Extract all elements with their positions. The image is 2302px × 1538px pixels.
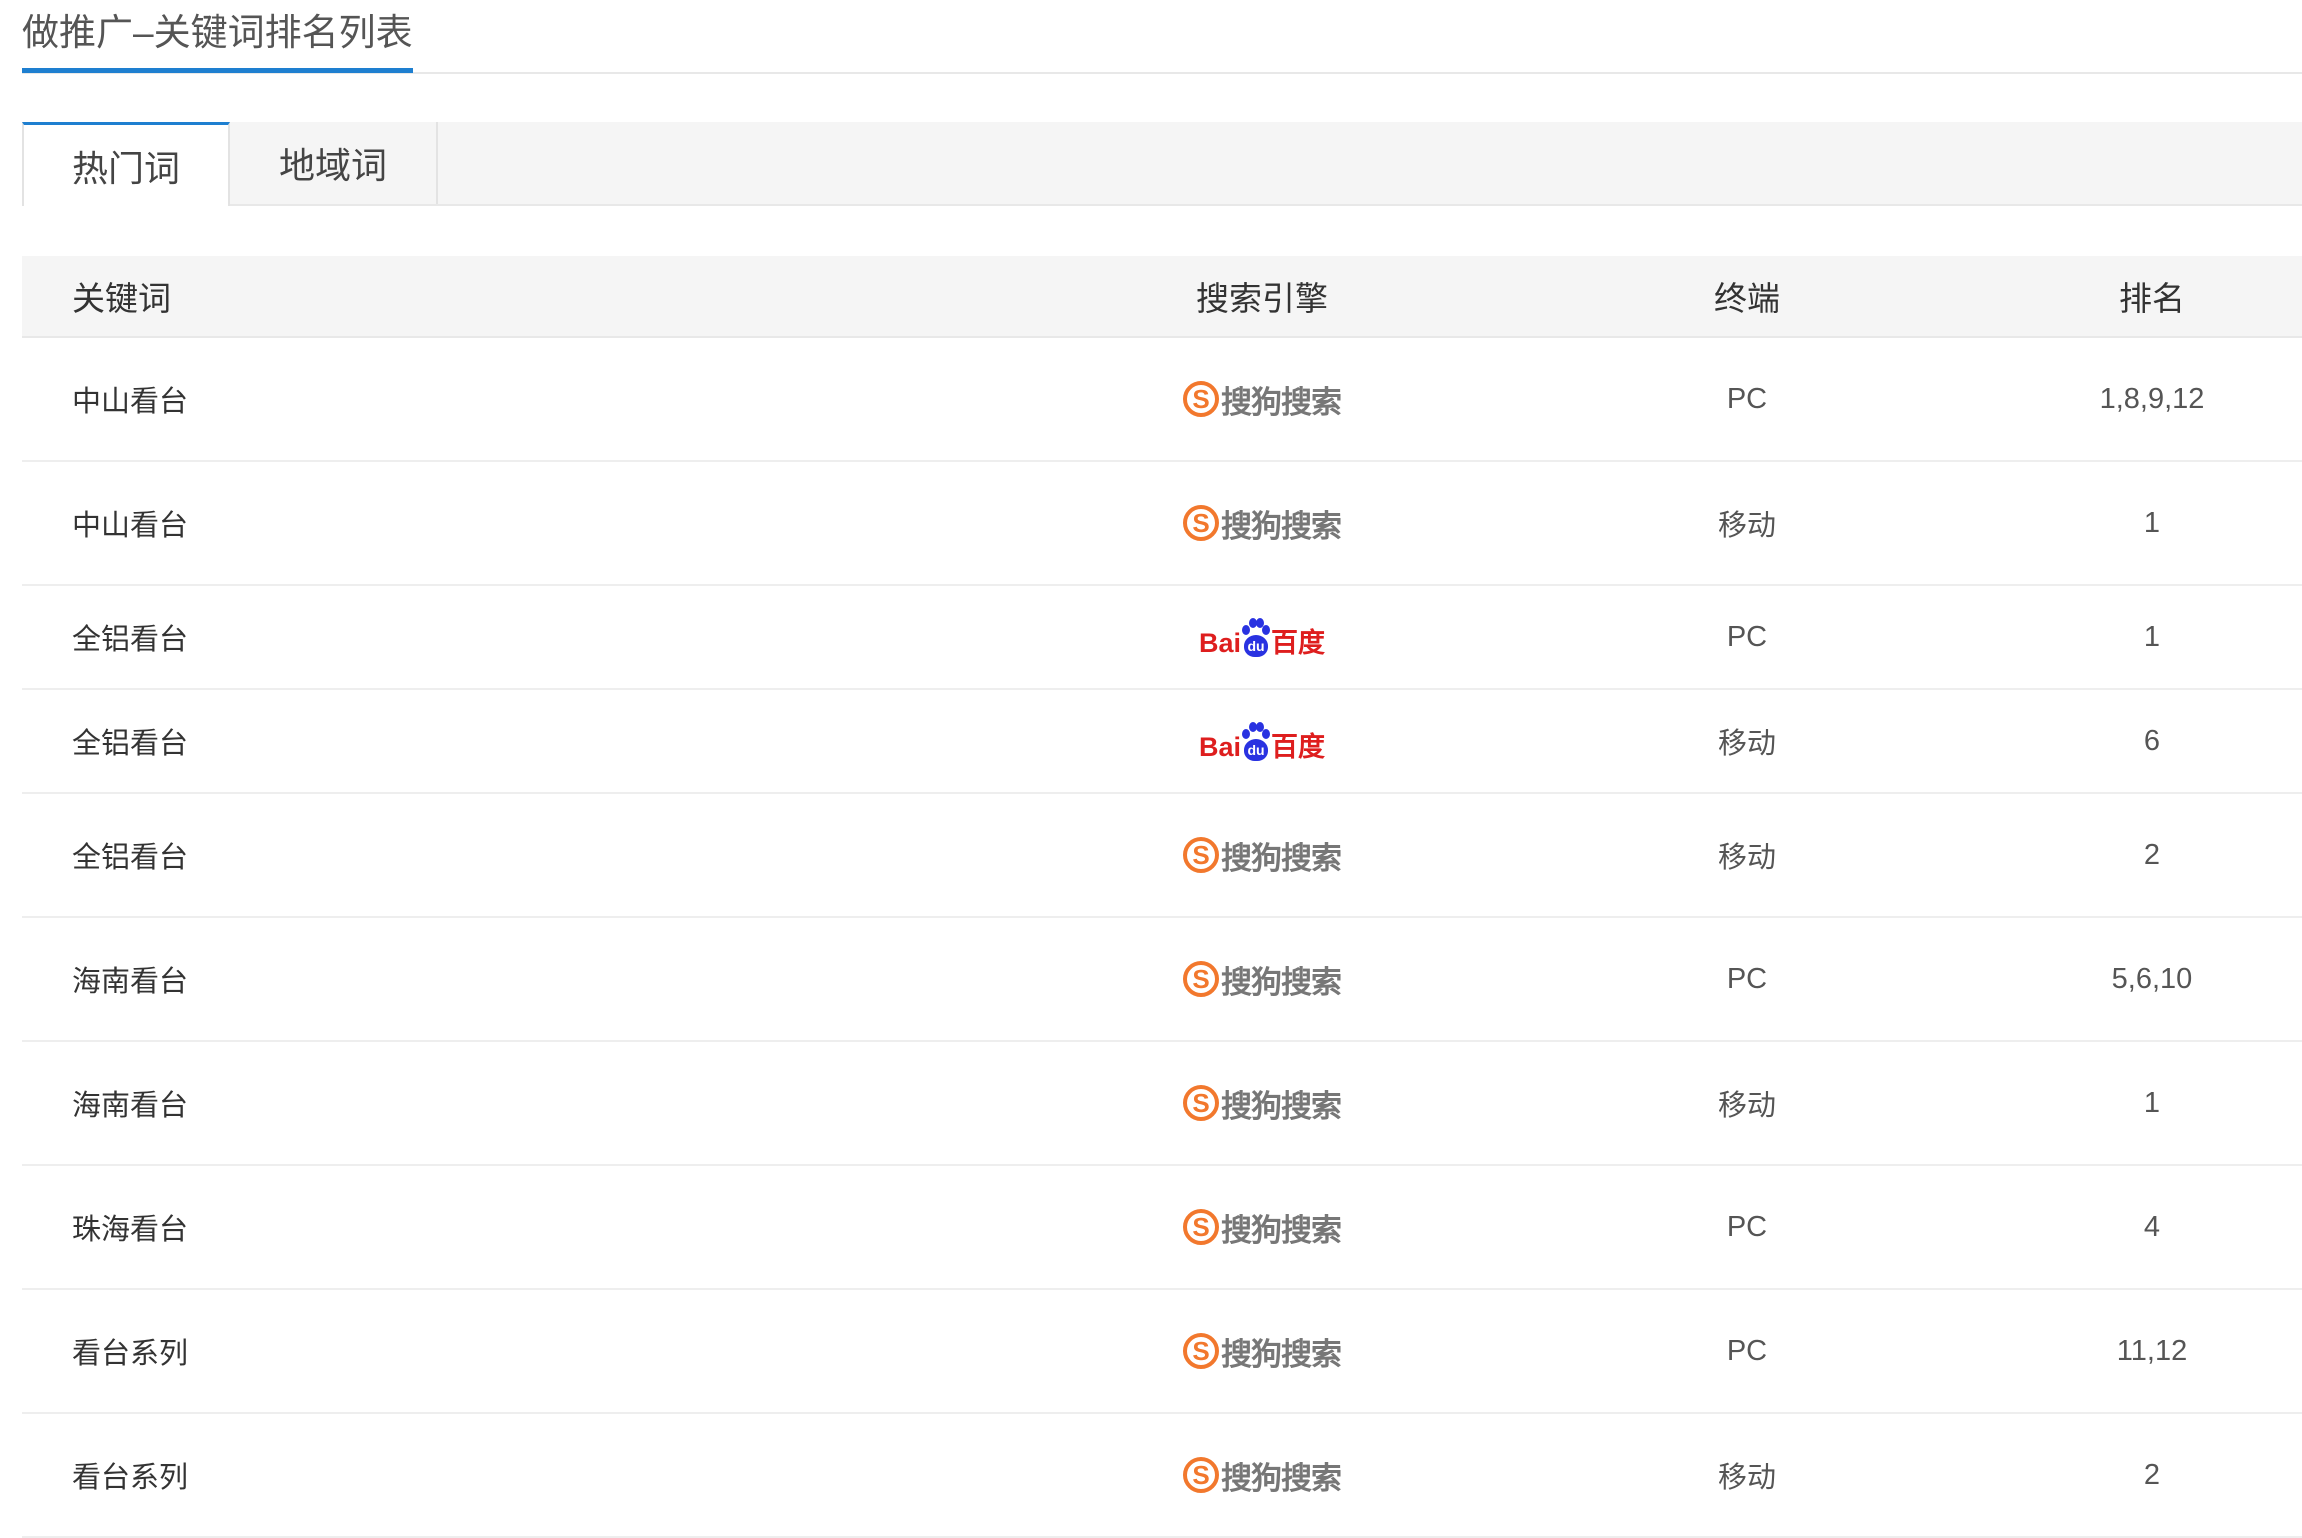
sogou-logo: S 搜狗搜索 bbox=[1183, 501, 1342, 546]
cell-engine: S 搜狗搜索 bbox=[1032, 1081, 1492, 1126]
baidu-logo-text-cn: 百度 bbox=[1271, 732, 1326, 762]
cell-terminal: PC bbox=[1726, 382, 1768, 415]
cell-terminal: PC bbox=[1726, 1334, 1768, 1367]
table-row: 全铝看台 Bai du 百度 移动 6 bbox=[22, 690, 2302, 794]
sogou-logo-text: 搜狗搜索 bbox=[1221, 508, 1342, 544]
table-row: 珠海看台 S 搜狗搜索 PC 4 bbox=[22, 1166, 2302, 1290]
sogou-logo: S 搜狗搜索 bbox=[1183, 957, 1342, 1002]
sogou-s-icon: S bbox=[1183, 961, 1219, 997]
baidu-logo: Bai du 百度 bbox=[1199, 617, 1325, 657]
baidu-paw-icon: du bbox=[1242, 721, 1271, 761]
baidu-logo-text-cn: 百度 bbox=[1271, 628, 1326, 658]
cell-terminal: PC bbox=[1726, 620, 1768, 653]
sogou-logo-text: 搜狗搜索 bbox=[1221, 1460, 1342, 1496]
baidu-logo-text-latin: Bai bbox=[1198, 628, 1242, 658]
column-header-engine: 搜索引擎 bbox=[1196, 280, 1328, 317]
cell-rank: 2 bbox=[2143, 1458, 2161, 1491]
sogou-s-icon: S bbox=[1183, 1085, 1219, 1121]
sogou-s-icon: S bbox=[1183, 1457, 1219, 1493]
cell-keyword: 看台系列 bbox=[72, 1462, 189, 1494]
sogou-logo-text: 搜狗搜索 bbox=[1221, 1088, 1342, 1124]
cell-terminal: PC bbox=[1726, 1210, 1768, 1243]
cell-terminal: 移动 bbox=[1717, 842, 1776, 874]
page-title: 做推广–关键词排名列表 bbox=[22, 8, 413, 73]
sogou-logo: S 搜狗搜索 bbox=[1183, 1081, 1342, 1126]
cell-keyword: 海南看台 bbox=[72, 1090, 189, 1122]
cell-engine: S 搜狗搜索 bbox=[1032, 377, 1492, 422]
cell-terminal: 移动 bbox=[1717, 728, 1776, 760]
cell-keyword: 中山看台 bbox=[72, 510, 189, 542]
cell-keyword: 全铝看台 bbox=[72, 624, 189, 656]
sogou-s-icon: S bbox=[1183, 837, 1219, 873]
sogou-logo-text: 搜狗搜索 bbox=[1221, 840, 1342, 876]
table-row: 海南看台 S 搜狗搜索 PC 5,6,10 bbox=[22, 918, 2302, 1042]
cell-terminal: 移动 bbox=[1717, 1462, 1776, 1494]
sogou-s-icon: S bbox=[1183, 1333, 1219, 1369]
cell-keyword: 珠海看台 bbox=[72, 1214, 189, 1246]
table-row: 看台系列 S 搜狗搜索 移动 2 bbox=[22, 1414, 2302, 1538]
cell-rank: 5,6,10 bbox=[2111, 962, 2193, 995]
cell-rank: 1 bbox=[2143, 620, 2161, 653]
cell-engine: S 搜狗搜索 bbox=[1032, 833, 1492, 878]
baidu-logo: Bai du 百度 bbox=[1199, 721, 1325, 761]
column-header-rank: 排名 bbox=[2119, 280, 2185, 317]
cell-keyword: 中山看台 bbox=[72, 386, 189, 418]
sogou-s-icon: S bbox=[1183, 505, 1219, 541]
cell-rank: 1,8,9,12 bbox=[2099, 382, 2205, 415]
cell-terminal: 移动 bbox=[1717, 1090, 1776, 1122]
page: 做推广–关键词排名列表 热门词 地域词 关键词 搜索引擎 终端 排名 中山看台 S… bbox=[22, 0, 2302, 1538]
baidu-paw-icon: du bbox=[1242, 617, 1271, 657]
table-row: 全铝看台 Bai du 百度 PC 1 bbox=[22, 586, 2302, 690]
cell-engine: S 搜狗搜索 bbox=[1032, 957, 1492, 1002]
ranking-table: 关键词 搜索引擎 终端 排名 中山看台 S 搜狗搜索 PC 1,8,9,12 中山看台 S 搜… bbox=[22, 256, 2302, 1538]
sogou-logo-text: 搜狗搜索 bbox=[1221, 964, 1342, 1000]
cell-keyword: 海南看台 bbox=[72, 966, 189, 998]
baidu-logo-text-latin: Bai bbox=[1198, 732, 1242, 762]
cell-rank: 11,12 bbox=[2116, 1334, 2188, 1367]
table-row: 全铝看台 S 搜狗搜索 移动 2 bbox=[22, 794, 2302, 918]
tab-hot-words[interactable]: 热门词 bbox=[22, 122, 230, 206]
cell-engine: S 搜狗搜索 bbox=[1032, 501, 1492, 546]
table-body: 中山看台 S 搜狗搜索 PC 1,8,9,12 中山看台 S 搜狗搜索 移动 1 全铝看台 Bai du… bbox=[22, 338, 2302, 1538]
column-header-terminal: 终端 bbox=[1714, 280, 1780, 317]
cell-terminal: 移动 bbox=[1717, 510, 1776, 542]
page-header: 做推广–关键词排名列表 bbox=[22, 0, 2302, 74]
cell-keyword: 全铝看台 bbox=[72, 728, 189, 760]
cell-engine: Bai du 百度 bbox=[1032, 617, 1492, 657]
cell-engine: S 搜狗搜索 bbox=[1032, 1329, 1492, 1374]
tab-bar: 热门词 地域词 bbox=[22, 122, 2302, 206]
sogou-s-icon: S bbox=[1183, 1209, 1219, 1245]
cell-engine: Bai du 百度 bbox=[1032, 721, 1492, 761]
cell-rank: 4 bbox=[2143, 1210, 2161, 1243]
tab-region-words[interactable]: 地域词 bbox=[230, 122, 438, 204]
table-header: 关键词 搜索引擎 终端 排名 bbox=[22, 256, 2302, 338]
sogou-logo-text: 搜狗搜索 bbox=[1221, 1336, 1342, 1372]
cell-engine: S 搜狗搜索 bbox=[1032, 1205, 1492, 1250]
column-header-keyword: 关键词 bbox=[72, 280, 171, 317]
cell-rank: 6 bbox=[2143, 724, 2161, 757]
cell-engine: S 搜狗搜索 bbox=[1032, 1453, 1492, 1498]
table-row: 海南看台 S 搜狗搜索 移动 1 bbox=[22, 1042, 2302, 1166]
cell-terminal: PC bbox=[1726, 962, 1768, 995]
table-row: 中山看台 S 搜狗搜索 移动 1 bbox=[22, 462, 2302, 586]
cell-rank: 1 bbox=[2143, 506, 2161, 539]
sogou-logo: S 搜狗搜索 bbox=[1183, 1453, 1342, 1498]
sogou-logo-text: 搜狗搜索 bbox=[1221, 1212, 1342, 1248]
sogou-logo: S 搜狗搜索 bbox=[1183, 1329, 1342, 1374]
cell-keyword: 看台系列 bbox=[72, 1338, 189, 1370]
sogou-logo-text: 搜狗搜索 bbox=[1221, 384, 1342, 420]
sogou-logo: S 搜狗搜索 bbox=[1183, 833, 1342, 878]
cell-keyword: 全铝看台 bbox=[72, 842, 189, 874]
sogou-logo: S 搜狗搜索 bbox=[1183, 1205, 1342, 1250]
sogou-logo: S 搜狗搜索 bbox=[1183, 377, 1342, 422]
cell-rank: 1 bbox=[2143, 1086, 2161, 1119]
table-row: 中山看台 S 搜狗搜索 PC 1,8,9,12 bbox=[22, 338, 2302, 462]
cell-rank: 2 bbox=[2143, 838, 2161, 871]
sogou-s-icon: S bbox=[1183, 381, 1219, 417]
table-row: 看台系列 S 搜狗搜索 PC 11,12 bbox=[22, 1290, 2302, 1414]
